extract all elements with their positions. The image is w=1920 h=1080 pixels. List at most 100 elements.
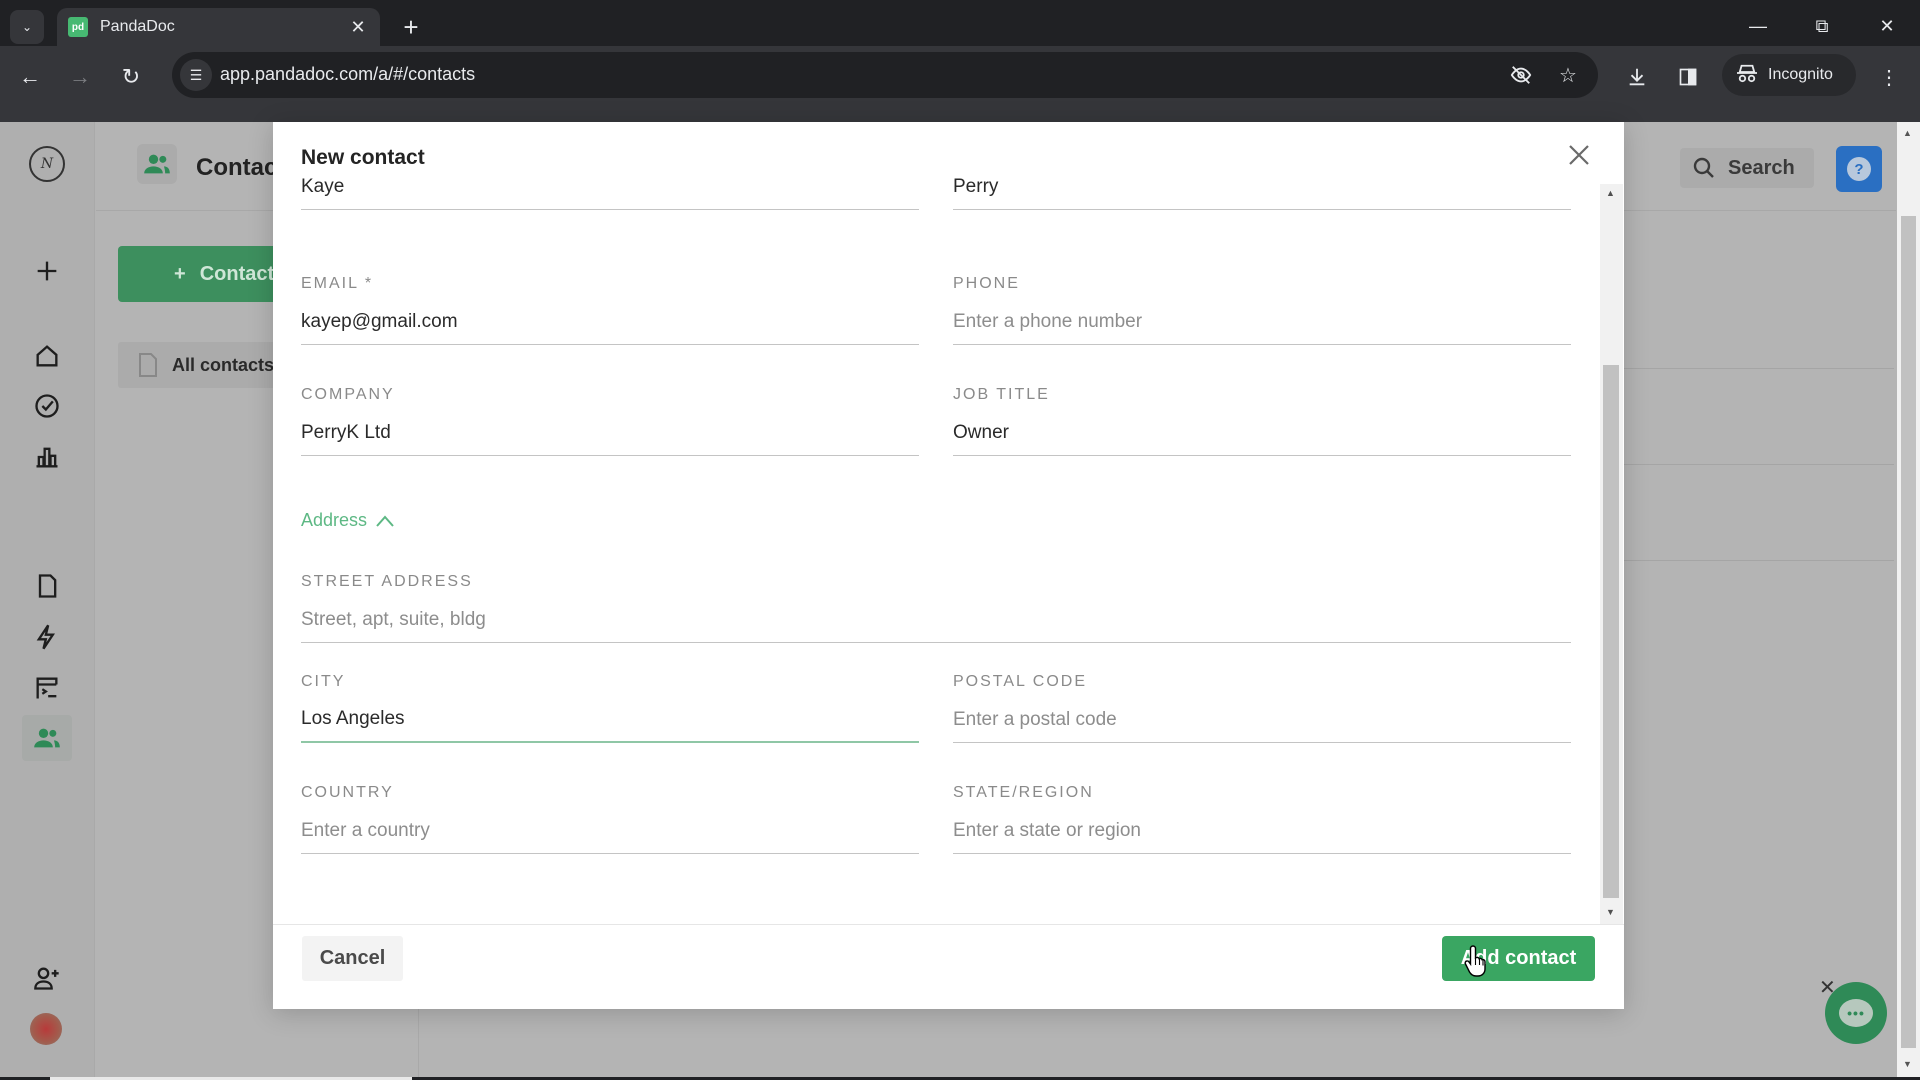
postal-code-input[interactable] — [953, 697, 1571, 743]
modal-scrollbar-thumb[interactable] — [1603, 365, 1619, 898]
check-circle-icon — [35, 394, 59, 418]
plus-icon — [37, 261, 57, 281]
restore-button[interactable]: ⧉ — [1799, 8, 1845, 44]
browser-toolbar: ← → ↻ ☰ app.pandadoc.com/a/#/contacts ☆ … — [0, 46, 1920, 122]
help-icon: ? — [1847, 157, 1871, 181]
arrow-left-icon: ← — [19, 64, 41, 89]
plus-icon: + — [174, 262, 186, 285]
document-icon — [139, 353, 157, 377]
page-scrollbar[interactable]: ▲ ▼ — [1897, 122, 1920, 1077]
city-input[interactable] — [301, 697, 919, 743]
document-icon — [38, 574, 57, 598]
sidebar-automations[interactable] — [27, 617, 67, 657]
sidebar-documents[interactable] — [27, 566, 67, 606]
minimize-button[interactable]: — — [1735, 8, 1781, 44]
sidebar: N — [0, 122, 95, 1077]
scroll-up-arrow-icon[interactable]: ▲ — [1903, 128, 1912, 138]
country-input[interactable] — [301, 808, 919, 854]
scroll-up-arrow-icon[interactable]: ▲ — [1606, 188, 1615, 198]
modal-scrollbar[interactable]: ▲ ▼ — [1600, 184, 1623, 924]
sidebar-reports[interactable] — [27, 437, 67, 477]
street-address-input[interactable] — [301, 597, 1571, 643]
add-contact-button[interactable]: Add contact — [1442, 936, 1595, 981]
new-tab-button[interactable]: + — [396, 10, 426, 44]
postal-code-label: POSTAL CODE — [953, 673, 1088, 690]
browser-tab[interactable]: pd PandaDoc ✕ — [57, 8, 380, 46]
company-label: COMPANY — [301, 386, 395, 403]
contacts-header-icon — [137, 144, 177, 184]
sidebar-contacts[interactable] — [22, 715, 72, 761]
chat-widget-button[interactable]: ••• — [1825, 982, 1887, 1044]
tab-title: PandaDoc — [100, 18, 175, 35]
eye-off-icon[interactable] — [1506, 60, 1536, 90]
new-contact-modal: New contact EMAIL * PHONE COMPANY JOB TI… — [273, 122, 1624, 1009]
state-region-input[interactable] — [953, 808, 1571, 854]
email-label: EMAIL * — [301, 275, 374, 292]
reload-icon: ↻ — [121, 64, 141, 89]
home-icon — [36, 345, 58, 367]
site-info-icon[interactable]: ☰ — [180, 59, 212, 91]
sidebar-templates[interactable] — [27, 668, 67, 708]
incognito-icon — [1736, 63, 1758, 88]
street-address-label: STREET ADDRESS — [301, 573, 473, 590]
job-title-label: JOB TITLE — [953, 386, 1050, 403]
city-label: CITY — [301, 673, 346, 690]
search-button[interactable]: Search — [1680, 148, 1814, 188]
user-avatar[interactable] — [30, 1013, 62, 1045]
email-input[interactable] — [301, 299, 919, 345]
table-row-divider — [1624, 368, 1894, 369]
pandadoc-favicon-icon: pd — [68, 17, 88, 37]
side-panel-icon[interactable] — [1671, 60, 1705, 94]
minimize-icon: — — [1749, 15, 1767, 36]
lightning-icon — [36, 624, 56, 650]
forward-button[interactable]: → — [63, 60, 97, 94]
address-toggle[interactable]: Address — [301, 510, 395, 531]
company-input[interactable] — [301, 410, 919, 456]
all-contacts-label: All contacts — [172, 354, 275, 375]
bar-chart-icon — [36, 447, 58, 468]
page-scrollbar-thumb[interactable] — [1901, 216, 1916, 1048]
close-icon — [1569, 145, 1589, 165]
chat-bubble-icon: ••• — [1839, 999, 1873, 1027]
table-row-divider — [1624, 464, 1894, 465]
modal-footer-divider — [273, 924, 1624, 925]
contacts-icon — [34, 728, 60, 748]
sidebar-invite-user[interactable] — [27, 958, 67, 998]
sidebar-create-button[interactable] — [27, 251, 67, 291]
chevron-down-icon: ⌄ — [21, 20, 33, 34]
phone-input[interactable] — [953, 299, 1571, 345]
arrow-right-icon: → — [69, 64, 91, 89]
bookmark-star-icon[interactable]: ☆ — [1553, 60, 1583, 90]
search-label: Search — [1728, 156, 1795, 179]
close-icon: ✕ — [1879, 15, 1895, 36]
back-button[interactable]: ← — [13, 60, 47, 94]
sidebar-home[interactable] — [27, 336, 67, 376]
downloads-icon[interactable] — [1620, 60, 1654, 94]
chevron-up-icon — [376, 514, 394, 527]
new-contact-label: Contact — [199, 262, 275, 285]
close-window-button[interactable]: ✕ — [1864, 8, 1910, 44]
tab-close-icon[interactable]: ✕ — [348, 17, 368, 38]
search-icon — [1693, 157, 1714, 178]
url-text[interactable]: app.pandadoc.com/a/#/contacts — [220, 64, 475, 85]
reload-button[interactable]: ↻ — [114, 60, 148, 94]
add-user-icon — [34, 967, 59, 990]
address-bar[interactable]: ☰ app.pandadoc.com/a/#/contacts ☆ — [172, 52, 1598, 98]
incognito-badge[interactable]: Incognito — [1722, 54, 1856, 96]
state-region-label: STATE/REGION — [953, 784, 1094, 801]
address-toggle-label: Address — [301, 510, 368, 530]
last-name-input[interactable] — [953, 164, 1571, 210]
first-name-input[interactable] — [301, 164, 919, 210]
sidebar-tasks[interactable] — [27, 386, 67, 426]
job-title-input[interactable] — [953, 410, 1571, 456]
template-icon — [36, 677, 58, 699]
scroll-down-arrow-icon[interactable]: ▼ — [1606, 907, 1615, 917]
workspace-logo[interactable]: N — [29, 146, 65, 182]
scroll-down-arrow-icon[interactable]: ▼ — [1903, 1059, 1912, 1069]
tab-search-button[interactable]: ⌄ — [10, 10, 44, 44]
restore-icon: ⧉ — [1815, 15, 1829, 36]
country-label: COUNTRY — [301, 784, 394, 801]
help-button[interactable]: ? — [1836, 146, 1882, 192]
browser-menu-icon[interactable]: ⋮ — [1872, 60, 1906, 94]
cancel-button[interactable]: Cancel — [302, 936, 403, 981]
